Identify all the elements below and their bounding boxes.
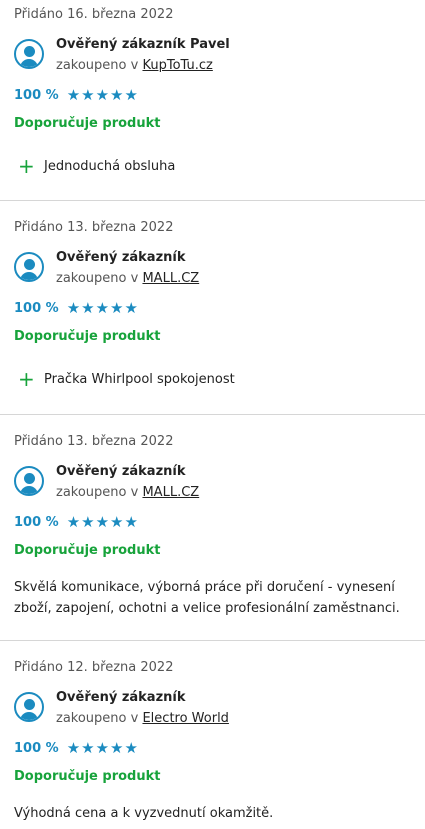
shop-link[interactable]: MALL.CZ: [142, 485, 199, 500]
review-item: Přidáno 13. března 2022 Ověřený zákazník…: [0, 415, 425, 641]
shop-link[interactable]: MALL.CZ: [142, 271, 199, 286]
review-date: Přidáno 13. března 2022: [14, 220, 174, 235]
purchased-at: zakoupeno v Electro World: [56, 711, 229, 726]
star-icon: ★: [110, 513, 124, 531]
recommend-label: Doporučuje produkt: [14, 329, 161, 344]
review-text: Výhodná cena a k vyzvednutí okamžitě.: [14, 806, 274, 821]
rating: 100 % ★ ★ ★ ★ ★: [14, 86, 411, 104]
star-icon: ★: [110, 739, 124, 757]
star-icon: ★: [66, 513, 81, 531]
review-date: Přidáno 13. března 2022: [14, 434, 174, 449]
star-icon: ★: [110, 86, 124, 104]
star-icon: ★: [95, 86, 110, 104]
rating: 100 % ★ ★ ★ ★ ★: [14, 513, 411, 531]
plus-icon: +: [18, 154, 35, 178]
star-icon: ★: [124, 739, 138, 757]
rating: 100 % ★ ★ ★ ★ ★: [14, 299, 411, 317]
avatar-icon: [14, 252, 44, 282]
star-icon: ★: [81, 86, 95, 104]
pro-item: + Jednoduchá obsluha: [14, 154, 411, 178]
review-item: Přidáno 16. března 2022 Ověřený zákazník…: [0, 0, 425, 201]
star-icon: ★: [95, 739, 110, 757]
star-icon: ★: [95, 513, 110, 531]
reviewer-name: Ověřený zákazník: [56, 690, 186, 705]
avatar-icon: [14, 692, 44, 722]
recommend-label: Doporučuje produkt: [14, 543, 161, 558]
star-icon: ★: [66, 739, 81, 757]
star-icon: ★: [124, 513, 138, 531]
star-icon: ★: [66, 86, 81, 104]
pro-item: + Pračka Whirlpool spokojenost: [14, 367, 411, 391]
review-date: Přidáno 16. března 2022: [14, 7, 174, 22]
recommend-label: Doporučuje produkt: [14, 116, 161, 131]
purchased-at: zakoupeno v MALL.CZ: [56, 485, 200, 500]
star-icon: ★: [66, 299, 81, 317]
avatar-icon: [14, 466, 44, 496]
recommend-label: Doporučuje produkt: [14, 769, 161, 784]
rating-percent: 100 %: [14, 300, 59, 316]
review-date: Přidáno 12. března 2022: [14, 660, 174, 675]
rating-percent: 100 %: [14, 87, 59, 103]
rating-percent: 100 %: [14, 514, 59, 530]
reviewer-name: Ověřený zákazník Pavel: [56, 37, 230, 52]
star-icon: ★: [110, 299, 124, 317]
pro-text: Pračka Whirlpool spokojenost: [44, 371, 235, 387]
rating: 100 % ★ ★ ★ ★ ★: [14, 739, 411, 757]
star-icon: ★: [81, 299, 95, 317]
star-rating: ★ ★ ★ ★ ★: [67, 740, 138, 756]
star-icon: ★: [124, 299, 138, 317]
review-item: Přidáno 13. března 2022 Ověřený zákazník…: [0, 201, 425, 415]
shop-link[interactable]: KupToTu.cz: [142, 58, 212, 73]
star-rating: ★ ★ ★ ★ ★: [67, 514, 138, 530]
pro-text: Jednoduchá obsluha: [44, 158, 176, 174]
shop-link[interactable]: Electro World: [142, 711, 228, 726]
purchased-at: zakoupeno v MALL.CZ: [56, 271, 200, 286]
review-item: Přidáno 12. března 2022 Ověřený zákazník…: [0, 641, 425, 829]
avatar-icon: [14, 39, 44, 69]
star-icon: ★: [124, 86, 138, 104]
star-icon: ★: [95, 299, 110, 317]
plus-icon: +: [18, 367, 35, 391]
reviewer-name: Ověřený zákazník: [56, 464, 186, 479]
reviewer-name: Ověřený zákazník: [56, 250, 186, 265]
star-icon: ★: [81, 739, 95, 757]
review-text: Skvělá komunikace, výborná práce při dor…: [14, 580, 400, 616]
star-rating: ★ ★ ★ ★ ★: [67, 300, 138, 316]
star-rating: ★ ★ ★ ★ ★: [67, 87, 138, 103]
purchased-at: zakoupeno v KupToTu.cz: [56, 58, 213, 73]
rating-percent: 100 %: [14, 740, 59, 756]
star-icon: ★: [81, 513, 95, 531]
